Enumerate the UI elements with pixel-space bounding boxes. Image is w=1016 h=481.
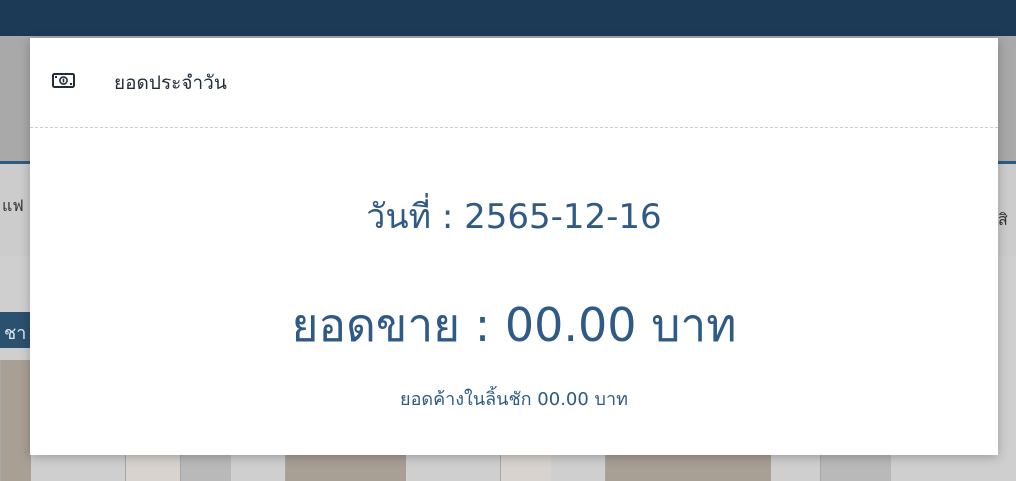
background-category-label: ชา [4,323,27,344]
summary-sales-total: ยอดขาย : 00.00 บาท [291,298,737,352]
app-top-bar [0,0,1016,36]
background-product-thumb [0,360,31,481]
summary-date: วันที่ : 2565-12-16 [366,197,662,237]
daily-summary-modal: ยอดประจำวัน วันที่ : 2565-12-16 ยอดขาย :… [30,38,998,455]
background-tab-label-left: แฟ [2,196,24,215]
background-tab-label-right: สิ [998,210,1008,229]
modal-title: ยอดประจำวัน [114,72,227,94]
modal-header: ยอดประจำวัน [30,38,998,128]
page: แฟ สิ ชา ยอดประจำวัน วันที่ : 2565-12-16… [0,0,1016,481]
summary-drawer-balance: ยอดค้างในลิ้นชัก 00.00 บาท [400,389,628,410]
cash-icon [52,73,75,88]
